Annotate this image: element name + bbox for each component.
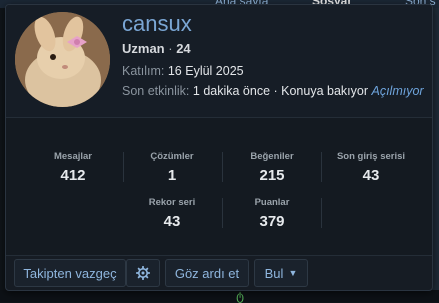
notification-settings-button[interactable]	[126, 259, 160, 287]
stat-separator	[222, 152, 223, 182]
last-activity-line: Son etkinlik: 1 dakika önce · Konuya bak…	[122, 84, 424, 98]
stat-points[interactable]: Puanlar 379	[224, 197, 320, 230]
bunny-avatar-icon	[15, 12, 110, 107]
last-activity-value: 1 dakika önce · Konuya bakıyor	[192, 84, 368, 98]
stat-value: 43	[163, 213, 181, 230]
stat-messages[interactable]: Mesajlar 412	[25, 151, 121, 184]
background-page-bottom	[0, 290, 439, 302]
member-role: Uzman · 24	[122, 41, 191, 56]
member-role-title: Uzman	[122, 41, 165, 56]
stat-value: 215	[259, 167, 285, 184]
stat-label: Beğeniler	[250, 151, 294, 162]
stat-label: Çözümler	[150, 151, 194, 162]
ignore-button[interactable]: Göz ardı et	[165, 259, 249, 287]
stat-likes[interactable]: Beğeniler 215	[224, 151, 320, 184]
member-name[interactable]: cansux	[122, 11, 192, 37]
member-role-count: 24	[176, 41, 191, 56]
member-stats: Mesajlar 412 Çözümler 1 Beğeniler 215 So…	[6, 118, 432, 255]
joined-value: 16 Eylül 2025	[167, 64, 244, 78]
stat-solutions[interactable]: Çözümler 1	[124, 151, 220, 184]
stat-separator	[321, 198, 322, 228]
find-dropdown-button[interactable]: Bul ▼	[254, 259, 308, 287]
gear-icon	[136, 266, 150, 280]
stat-label: Son giriş serisi	[336, 151, 406, 162]
stat-login-streak: Son giriş serisi 43	[323, 151, 419, 184]
stat-label: Puanlar	[254, 197, 290, 208]
stat-value: 1	[167, 167, 177, 184]
background-icon: ტ	[236, 289, 244, 303]
find-label: Bul	[264, 265, 284, 281]
stat-label: Mesajlar	[53, 151, 93, 162]
stat-record-streak: Rekor seri 43	[124, 197, 220, 230]
joined-label: Katılım:	[122, 64, 165, 78]
caret-down-icon: ▼	[288, 268, 298, 278]
joined-line: Katılım: 16 Eylül 2025	[122, 64, 244, 78]
stat-separator	[222, 198, 223, 228]
unfollow-button[interactable]: Takipten vazgeç	[14, 259, 126, 287]
stat-value: 412	[60, 167, 86, 184]
avatar[interactable]	[15, 12, 110, 107]
stat-label: Rekor seri	[148, 197, 196, 208]
member-header: cansux Uzman · 24 Katılım: 16 Eylül 2025…	[6, 5, 432, 117]
last-activity-label: Son etkinlik:	[122, 84, 190, 98]
last-activity-thread-link[interactable]: Açılmıyor	[371, 84, 423, 98]
stat-separator	[321, 152, 322, 182]
stat-value: 379	[259, 213, 285, 230]
footer-divider	[6, 255, 432, 256]
member-tooltip-card: cansux Uzman · 24 Katılım: 16 Eylül 2025…	[5, 4, 433, 291]
stat-value: 43	[362, 167, 380, 184]
